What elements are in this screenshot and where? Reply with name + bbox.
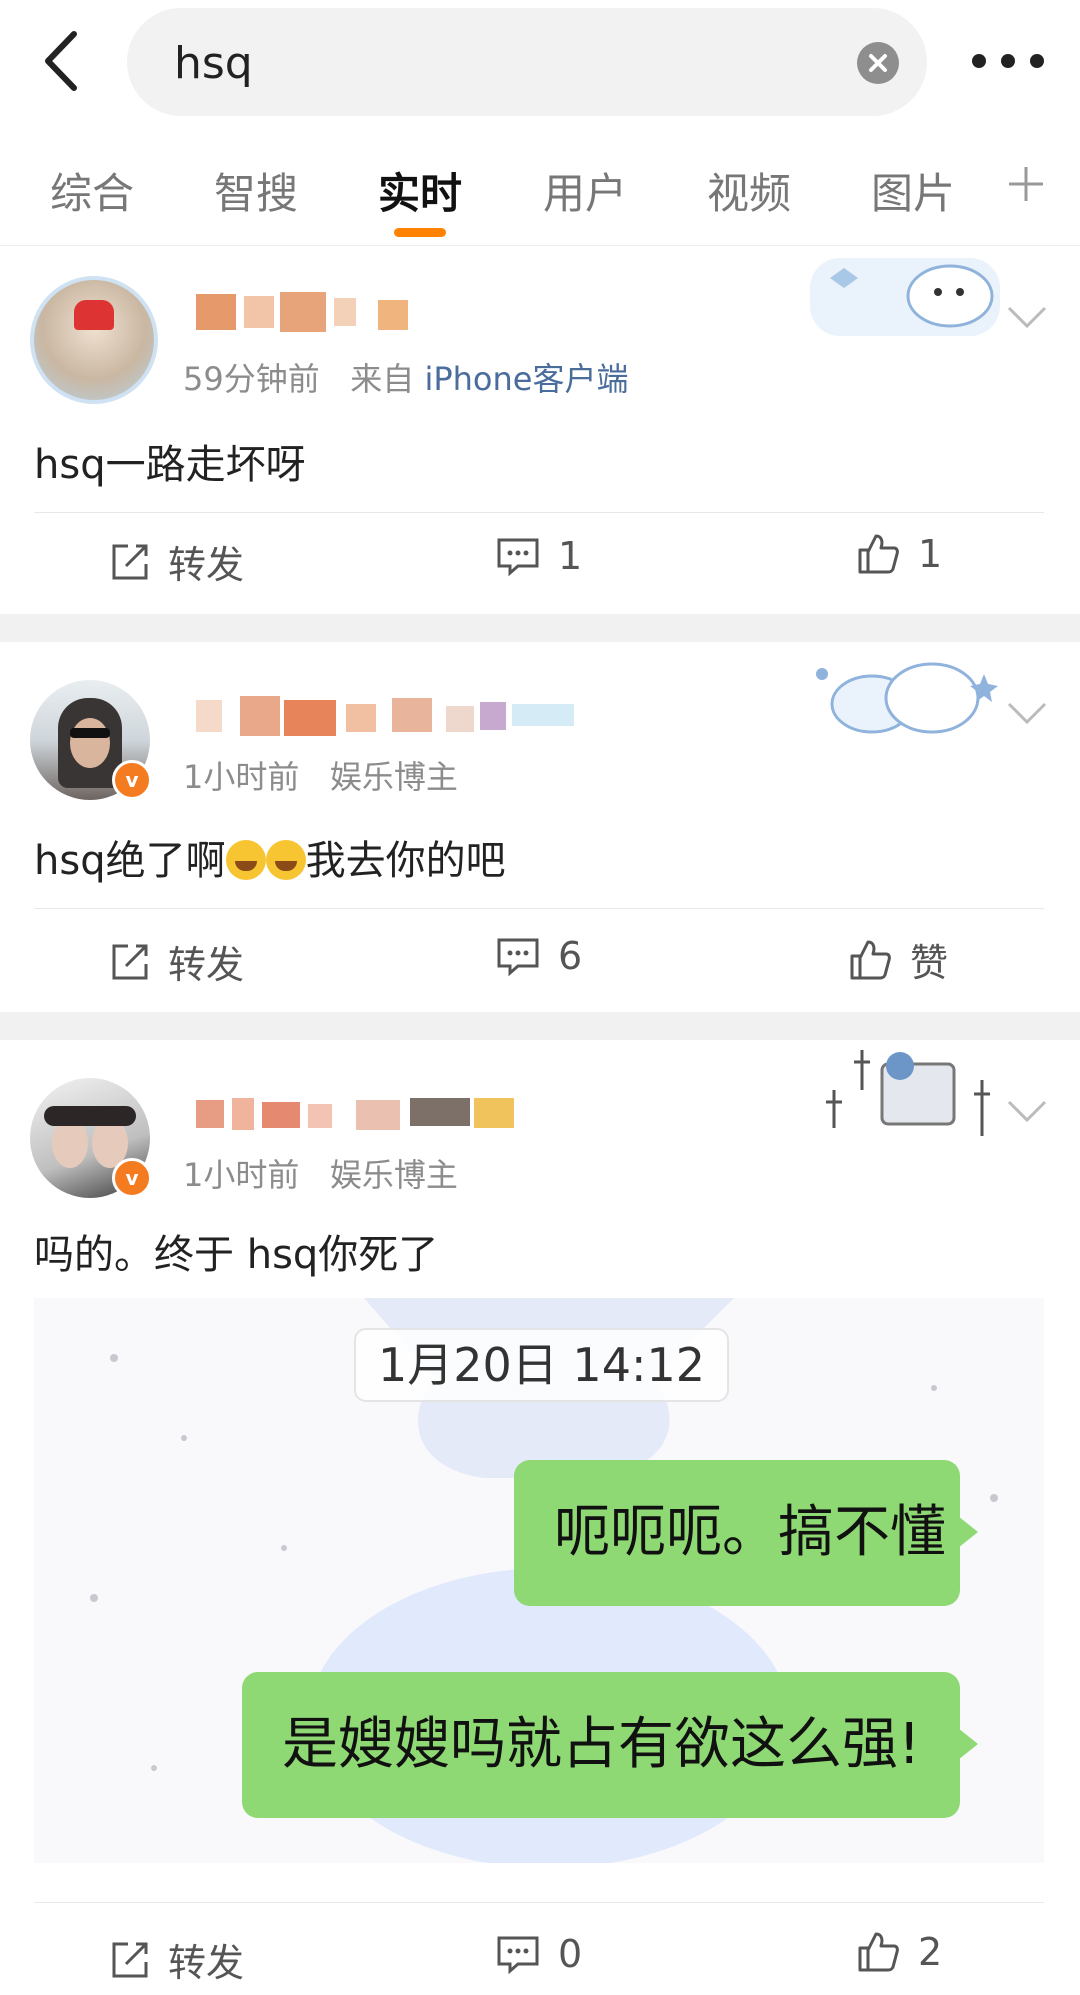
chat-bubble-sent: 呃呃呃。搞不懂 bbox=[514, 1460, 978, 1606]
comment-icon bbox=[497, 1936, 539, 1974]
tab-realtime[interactable]: 实时 bbox=[378, 160, 462, 221]
post-meta: 59分钟前 来自 iPhone客户端 bbox=[183, 354, 628, 400]
post-card: 59分钟前 来自 iPhone客户端 hsq一路走坏呀 转发 1 1 bbox=[0, 246, 1080, 614]
comment-button[interactable]: 0 bbox=[496, 1932, 582, 1976]
repost-label: 转发 bbox=[168, 1941, 245, 1985]
post-text: hsq一路走坏呀 bbox=[34, 442, 306, 488]
comment-count: 1 bbox=[558, 534, 583, 578]
section-gap bbox=[0, 614, 1080, 642]
tab-users[interactable]: 用户 bbox=[543, 160, 627, 221]
search-bar[interactable] bbox=[127, 8, 927, 116]
card-decoration bbox=[816, 662, 998, 734]
laughing-emoji-icon bbox=[225, 840, 266, 880]
card-decoration bbox=[810, 258, 1000, 336]
post-card: v 1小时前 娱乐博主 hsq绝了啊 我去你的吧 转发 6 赞 bbox=[0, 642, 1080, 1012]
chevron-down-icon[interactable] bbox=[1005, 304, 1049, 330]
username-blurred[interactable] bbox=[196, 290, 436, 334]
username-blurred[interactable] bbox=[196, 1092, 566, 1136]
search-tabs: 综合 智搜 实时 用户 视频 图片 bbox=[0, 130, 1080, 246]
clear-search-icon[interactable] bbox=[857, 42, 899, 84]
comment-count: 6 bbox=[558, 934, 583, 978]
thumbs-up-icon bbox=[850, 940, 891, 979]
chat-timestamp: 1月20日 14:12 bbox=[354, 1328, 729, 1402]
top-bar bbox=[0, 0, 1080, 130]
like-button[interactable]: 1 bbox=[856, 532, 942, 576]
comment-icon bbox=[497, 538, 539, 576]
like-count: 2 bbox=[918, 1930, 943, 1974]
chat-bubble-sent: 是嫂嫂吗就占有欲这么强! bbox=[242, 1672, 978, 1818]
section-gap bbox=[0, 1012, 1080, 1040]
comment-button[interactable]: 1 bbox=[496, 534, 582, 578]
card-decoration bbox=[826, 1050, 990, 1136]
post-image[interactable]: 1月20日 14:12 呃呃呃。搞不懂 是嫂嫂吗就占有欲这么强! bbox=[34, 1298, 1044, 1863]
like-label: 赞 bbox=[910, 941, 949, 985]
post-text: 吗的。终于 hsq你死了 bbox=[34, 1232, 439, 1278]
post-meta: 1小时前 娱乐博主 bbox=[183, 1150, 458, 1196]
comment-button[interactable]: 6 bbox=[496, 934, 582, 978]
verified-badge-icon: v bbox=[112, 760, 152, 800]
verified-badge-icon: v bbox=[112, 1158, 152, 1198]
post-text-part-a: hsq绝了啊 bbox=[34, 838, 226, 884]
comment-count: 0 bbox=[558, 1932, 583, 1976]
laughing-emoji-icon bbox=[265, 840, 306, 880]
repost-label: 转发 bbox=[168, 943, 245, 987]
add-tab-icon[interactable] bbox=[1006, 164, 1046, 204]
like-count: 1 bbox=[918, 532, 943, 576]
post-tag: 娱乐博主 bbox=[329, 1156, 458, 1194]
repost-icon bbox=[112, 1942, 148, 1977]
divider bbox=[34, 1902, 1044, 1903]
thumbs-up-icon bbox=[858, 534, 899, 574]
post-tag: 娱乐博主 bbox=[329, 758, 458, 796]
repost-button[interactable]: 转发 bbox=[110, 934, 244, 989]
post-time: 1小时前 bbox=[183, 1156, 300, 1194]
divider bbox=[34, 908, 1044, 909]
tab-comprehensive[interactable]: 综合 bbox=[50, 160, 134, 221]
like-button[interactable]: 赞 bbox=[848, 932, 948, 987]
repost-label: 转发 bbox=[168, 543, 245, 587]
divider bbox=[34, 512, 1044, 513]
repost-icon bbox=[112, 544, 148, 579]
active-tab-indicator bbox=[394, 228, 446, 237]
chevron-down-icon[interactable] bbox=[1005, 1098, 1049, 1124]
like-button[interactable]: 2 bbox=[856, 1930, 942, 1974]
comment-icon bbox=[497, 938, 539, 976]
repost-button[interactable]: 转发 bbox=[110, 1932, 244, 1987]
post-text: hsq绝了啊 我去你的吧 bbox=[34, 828, 506, 886]
repost-icon bbox=[112, 944, 148, 979]
post-meta: 1小时前 娱乐博主 bbox=[183, 752, 458, 798]
search-input[interactable] bbox=[172, 26, 796, 100]
tab-videos[interactable]: 视频 bbox=[707, 160, 791, 221]
back-icon[interactable] bbox=[38, 28, 90, 94]
tab-images[interactable]: 图片 bbox=[871, 160, 955, 221]
thumbs-up-icon bbox=[858, 1932, 899, 1972]
post-source[interactable]: iPhone客户端 bbox=[424, 360, 628, 398]
chevron-down-icon[interactable] bbox=[1005, 700, 1049, 726]
source-prefix: 来自 bbox=[350, 360, 415, 398]
post-time: 1小时前 bbox=[183, 758, 300, 796]
avatar[interactable] bbox=[30, 276, 158, 404]
more-options-icon[interactable] bbox=[968, 50, 1068, 72]
tab-smart-search[interactable]: 智搜 bbox=[214, 160, 298, 221]
post-time: 59分钟前 bbox=[183, 360, 320, 398]
post-text-part-b: 我去你的吧 bbox=[305, 838, 506, 884]
username-blurred[interactable] bbox=[196, 694, 576, 738]
repost-button[interactable]: 转发 bbox=[110, 534, 244, 589]
